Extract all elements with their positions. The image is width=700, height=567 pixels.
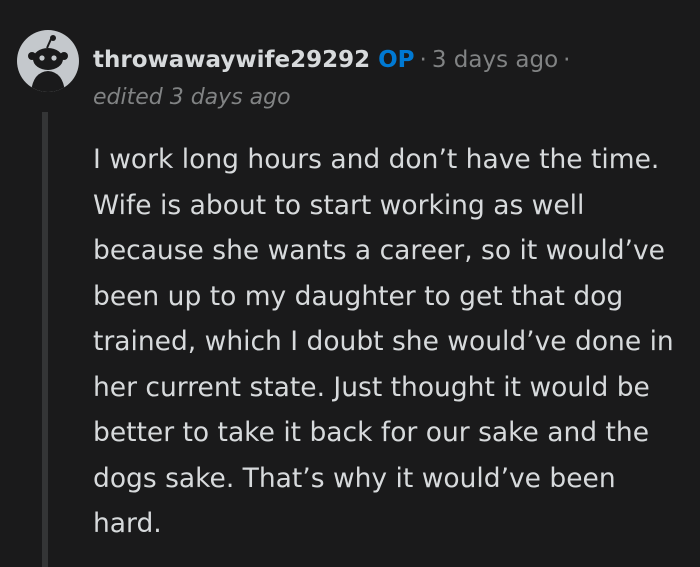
meta-separator: · (419, 47, 427, 73)
timestamp-link[interactable]: 3 days ago (432, 47, 558, 73)
edited-label: edited 3 days ago (93, 85, 291, 110)
snoo-avatar-icon[interactable] (17, 30, 79, 92)
meta-separator-trailing: · (563, 47, 571, 73)
comment-meta: throwawaywife29292 OP · 3 days ago · (93, 44, 575, 76)
comment-body: I work long hours and don’t have the tim… (93, 137, 678, 547)
comment-body-text: I work long hours and don’t have the tim… (93, 144, 674, 539)
username-link[interactable]: throwawaywife29292 (93, 47, 370, 73)
op-badge: OP (378, 47, 415, 73)
comment: throwawaywife29292 OP · 3 days ago · edited … (0, 0, 700, 567)
thread-collapse-line[interactable] (42, 112, 48, 567)
